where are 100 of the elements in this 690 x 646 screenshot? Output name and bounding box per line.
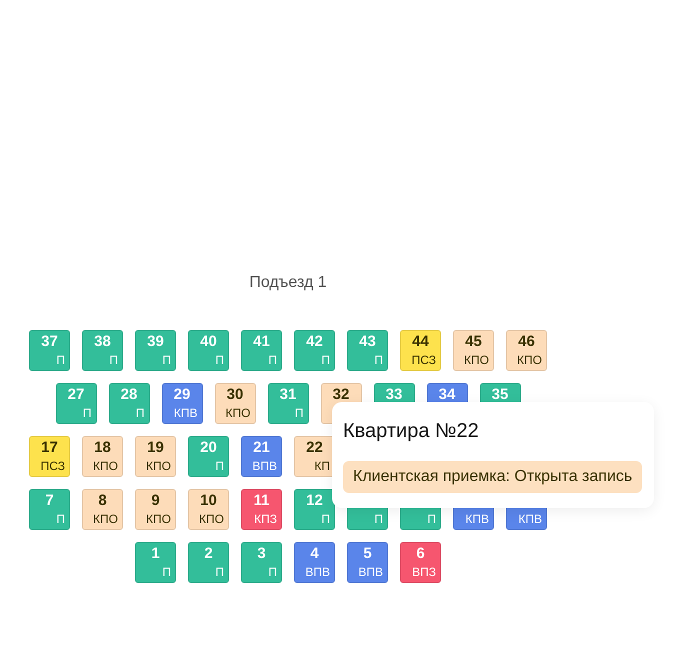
apartment-number: 20 [200,439,217,456]
apartment-number: 18 [94,439,111,456]
apartment-status-code: КП [314,459,330,473]
apartment-status-code: ВПЗ [412,565,436,579]
apartment-number: 5 [363,545,372,562]
apartment-number: 12 [306,492,323,509]
apartment-tile[interactable]: 37 П [29,330,70,371]
apartment-number: 41 [253,333,270,350]
apartment-status-code: П [374,512,383,526]
apartment-tile[interactable]: 44 ПСЗ [400,330,441,371]
apartment-status-code: КПО [199,512,224,526]
apartment-number: 22 [306,439,323,456]
apartment-tile[interactable]: 45 КПО [453,330,494,371]
apartment-number: 45 [465,333,482,350]
apartment-tile[interactable]: 22 КП [294,436,335,477]
apartment-tile[interactable]: 40 П [188,330,229,371]
apartment-tile[interactable]: 7 П [29,489,70,530]
apartment-number: 6 [416,545,425,562]
apartment-tile[interactable]: 41 П [241,330,282,371]
apartment-tile[interactable]: 8 КПО [82,489,123,530]
apartment-status-code: П [162,565,171,579]
apartment-tile[interactable]: 42 П [294,330,335,371]
apartment-status-code: КПВ [174,406,198,420]
tooltip-title: Квартира №22 [343,419,479,443]
apartment-number: 2 [204,545,213,562]
apartment-status-code: П [321,512,330,526]
apartment-status-code: П [215,353,224,367]
apartment-number: 27 [68,386,84,403]
apartment-number: 1 [151,545,160,562]
apartment-tile[interactable]: 12 П [294,489,335,530]
apartment-tile[interactable]: 21 ВПВ [241,436,282,477]
apartment-number: 9 [151,492,160,509]
apartment-number: 44 [412,333,429,350]
apartment-status-code: П [215,459,224,473]
apartment-status-code: ВПВ [358,565,383,579]
apartment-status-code: П [427,512,436,526]
apartment-status-code: КПЗ [254,512,277,526]
apartment-tile[interactable]: 11 КПЗ [241,489,282,530]
apartment-number: 32 [332,386,350,403]
apartment-tile[interactable]: 28 П [108,383,150,424]
apartment-tile[interactable]: 20 П [188,436,229,477]
apartment-tile[interactable]: 1 П [135,542,176,583]
apartment-number: 43 [359,333,376,350]
apartment-number: 7 [45,492,54,509]
apartment-status-code: П [321,353,330,367]
apartment-number: 11 [254,492,270,509]
apartment-tile[interactable]: 46 КПО [506,330,547,371]
apartment-tile[interactable]: 5 ВПВ [347,542,388,583]
apartment-number: 42 [306,333,323,350]
apartment-number: 8 [98,492,107,509]
apartment-tile[interactable]: 9 КПО [135,489,176,530]
apartment-tile[interactable]: 3 П [241,542,282,583]
apartment-number: 39 [147,333,164,350]
apartment-tile[interactable]: 2 П [188,542,229,583]
apartment-status-code: П [109,353,118,367]
apartment-tile[interactable]: 29 КПВ [162,383,202,424]
apartment-status-code: П [268,353,277,367]
apartment-status-code: КПВ [518,512,542,526]
apartment-tile[interactable]: 30 КПО [214,383,256,424]
apartment-tile[interactable]: 6 ВПЗ [400,542,441,583]
status-badge: Клиентская приемка: Открыта запись [343,461,642,493]
apartment-status-code: ПСЗ [412,353,436,367]
apartment-number: 31 [280,386,296,403]
apartment-status-code: КПО [146,512,171,526]
apartment-tile[interactable]: 10 КПО [188,489,229,530]
apartment-number: 34 [438,386,456,403]
apartment-number: 33 [386,386,402,403]
apartment-status-code: П [82,406,92,420]
apartment-number: 29 [174,386,190,403]
apartment-status-code: П [136,406,144,420]
apartment-tile[interactable]: 19 КПО [135,436,176,477]
apartment-tile[interactable]: 4 ВПВ [294,542,335,583]
apartment-tile[interactable]: 31 П [268,383,308,424]
apartment-status-code: КПО [146,459,171,473]
apartment-tile[interactable]: 38 П [82,330,123,371]
apartment-number: 17 [41,439,58,456]
apartment-tile[interactable]: 17 ПСЗ [29,436,70,477]
apartment-status-code: П [268,565,277,579]
apartment-tile[interactable]: 39 П [135,330,176,371]
apartment-status-code: КПО [517,353,542,367]
apartment-status-code: ПСЗ [40,459,65,473]
apartment-status-code: КПО [226,406,250,420]
apartment-number: 21 [253,439,270,456]
apartment-tile[interactable]: 43 П [347,330,388,371]
apartment-status-code: КПО [93,459,118,473]
apartment-status-code: П [162,353,171,367]
apartment-status-code: ВПВ [305,565,330,579]
apartment-number: 10 [200,492,217,509]
apartment-number: 30 [226,386,244,403]
apartment-tile[interactable]: 18 КПО [82,436,123,477]
apartment-number: 40 [200,333,217,350]
apartment-tile[interactable]: 27 П [56,383,96,424]
apartment-status-code: КПО [464,353,489,367]
apartment-status-code: П [215,565,224,579]
apartment-status-code: ВПВ [252,459,277,473]
apartment-number: 46 [518,333,535,350]
apartment-status-code: П [294,406,304,420]
apartment-number: 3 [257,545,266,562]
apartment-number: 37 [41,333,58,350]
apartment-number: 38 [94,333,111,350]
